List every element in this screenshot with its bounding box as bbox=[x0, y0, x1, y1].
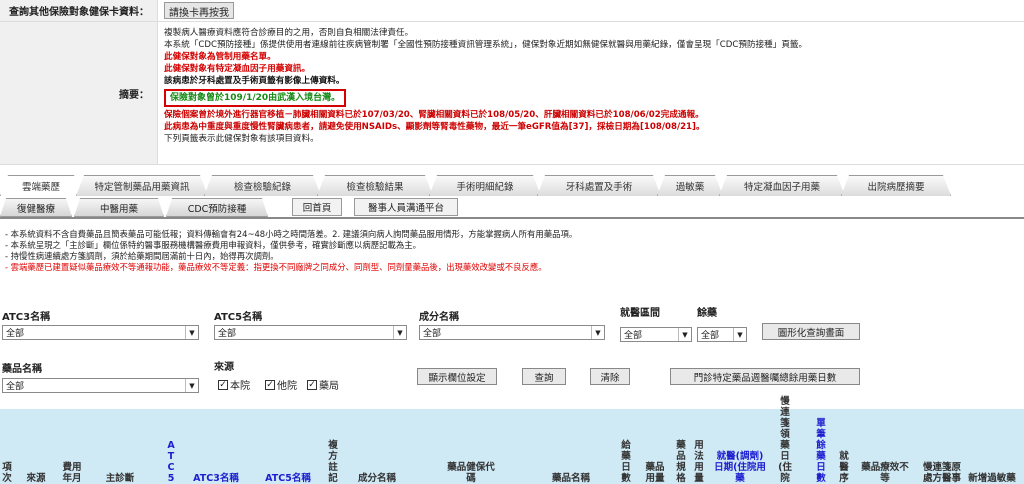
chevron-down-icon: ▼ bbox=[185, 326, 198, 339]
chevron-down-icon: ▼ bbox=[393, 326, 406, 339]
communication-platform-button[interactable]: 醫事人員溝通平台 bbox=[354, 198, 458, 216]
query-label: 查詢其他保險對象健保卡資料： bbox=[0, 0, 158, 21]
search-button[interactable]: 查詢 bbox=[522, 368, 566, 385]
col-usage: 用法用量 bbox=[694, 440, 704, 484]
tab-discharge-summary[interactable]: 出院病歷摘要 bbox=[841, 175, 951, 196]
col-atc5-short[interactable]: ATC5 bbox=[165, 440, 177, 484]
visit-period-label: 就醫區間 bbox=[620, 308, 660, 319]
col-drug-effect: 藥品療效不等 bbox=[861, 462, 909, 484]
chevron-down-icon: ▼ bbox=[678, 328, 691, 341]
remaining-drug-select[interactable]: 全部 ▼ bbox=[697, 327, 747, 342]
atc5-select[interactable]: 全部 ▼ bbox=[214, 325, 407, 340]
visit-period-select[interactable]: 全部 ▼ bbox=[620, 327, 692, 342]
query-row: 查詢其他保險對象健保卡資料： 請換卡再按我 bbox=[0, 0, 1024, 22]
summary-line: 此健保對象有特定凝血因子用藥資訊。 bbox=[164, 64, 311, 74]
note-item: - 本系統呈現之「主診斷」欄位係特約醫事服務機構醫療費用申報資料，僅供參考，確實… bbox=[5, 240, 422, 250]
tab-surgery-records[interactable]: 手術明細紀錄 bbox=[429, 175, 541, 196]
col-visit-seq: 就醫序 bbox=[839, 451, 849, 484]
source-label: 來源 bbox=[214, 362, 234, 373]
atc5-label: ATC5名稱 bbox=[214, 312, 263, 323]
chevron-down-icon: ▼ bbox=[733, 328, 746, 341]
summary-row: 摘要： 複製病人醫療資料應符合診療目的之用，否則自負相關法律責任。 本系統「CD… bbox=[0, 22, 1024, 165]
results-table-header: 項次 來源 費用年月 主診斷 ATC5 ATC3名稱 ATC5名稱 複方註記 成… bbox=[0, 396, 1024, 484]
col-item: 項次 bbox=[2, 462, 12, 484]
atc3-label: ATC3名稱 bbox=[2, 312, 51, 323]
col-single-remaining[interactable]: 單筆餘藥日數 bbox=[815, 418, 827, 484]
outpatient-remaining-days-button[interactable]: 門診特定藥品週醫囑總餘用藥日數 bbox=[670, 368, 860, 385]
tab-chinese-medicine[interactable]: 中醫用藥 bbox=[74, 198, 164, 217]
col-visit-date[interactable]: 就醫(調劑)日期(住院用藥 bbox=[712, 451, 768, 484]
drug-name-select[interactable]: 全部 ▼ bbox=[2, 378, 199, 393]
chart-query-button[interactable]: 圖形化查詢畫面 bbox=[762, 323, 860, 340]
tab-cdc-vaccination[interactable]: CDC預防接種 bbox=[166, 198, 268, 217]
col-atc5-name[interactable]: ATC5名稱 bbox=[258, 473, 318, 484]
tab-exam-results[interactable]: 檢查檢驗結果 bbox=[317, 175, 433, 196]
col-chronic-pickup: 慢連箋領藥日(住院 bbox=[778, 396, 792, 484]
col-spec: 藥品規格 bbox=[676, 440, 686, 484]
col-fee-month: 費用年月 bbox=[62, 462, 82, 484]
col-ingredient: 成分名稱 bbox=[357, 473, 396, 484]
col-chronic-origin: 慢連箋原處方醫事 bbox=[922, 462, 961, 484]
clear-button[interactable]: 清除 bbox=[590, 368, 630, 385]
source-pharmacy-checkbox[interactable]: ✓ 藥局 bbox=[307, 377, 339, 392]
wuhan-entry-notice: 保險對象曾於109/1/20由武漢入境台灣。 bbox=[164, 89, 347, 107]
home-button[interactable]: 回首頁 bbox=[292, 198, 342, 216]
tab-exam-records[interactable]: 檢查檢驗紀錄 bbox=[204, 175, 321, 196]
summary-line: 本系統「CDC預防接種」係提供使用者連線前往疾病管制署「全國性預防接種資訊管理系… bbox=[164, 40, 808, 50]
col-dosage: 藥品用量 bbox=[645, 462, 665, 484]
summary-line: 複製病人醫療資料應符合診療目的之用，否則自負相關法律責任。 bbox=[164, 28, 414, 38]
drug-name-label: 藥品名稱 bbox=[2, 364, 42, 375]
checkbox-checked-icon: ✓ bbox=[307, 379, 317, 390]
col-drug-code: 藥品健保代碼 bbox=[447, 462, 495, 484]
display-columns-button[interactable]: 顯示欄位設定 bbox=[417, 368, 497, 385]
summary-line: 此病患為中重度與重度慢性腎臟病患者，請避免使用NSAIDs、顯影劑等腎毒性藥物，… bbox=[164, 122, 705, 132]
tab-bar-secondary: 復健醫療 中醫用藥 CDC預防接種 回首頁 醫事人員溝通平台 bbox=[0, 197, 1024, 219]
note-item: - 本系統資料不含自費藥品且簡表藥品可能低報；資料傳輸會有24~48小時之時間落… bbox=[5, 229, 578, 239]
patient-info-table: 查詢其他保險對象健保卡資料： 請換卡再按我 摘要： 複製病人醫療資料應符合診療目… bbox=[0, 0, 1024, 165]
tab-dental[interactable]: 牙科處置及手術 bbox=[537, 175, 661, 196]
note-item: - 雲端藥歷已建置疑似藥品療效不等通報功能，藥品療效不等定義：指更換不同廠牌之同… bbox=[5, 262, 547, 272]
col-atc3-name[interactable]: ATC3名稱 bbox=[186, 473, 246, 484]
note-item: - 持慢性病連續處方箋調劑，須於給藥期間屆滿前十日內，始得再次調劑。 bbox=[5, 251, 279, 261]
checkbox-checked-icon: ✓ bbox=[265, 379, 275, 390]
swap-card-button[interactable]: 請換卡再按我 bbox=[164, 2, 234, 19]
source-own-hospital-checkbox[interactable]: ✓ 本院 bbox=[218, 377, 250, 392]
chevron-down-icon: ▼ bbox=[185, 379, 198, 392]
notes-list: - 本系統資料不含自費藥品且簡表藥品可能低報；資料傳輸會有24~48小時之時間落… bbox=[5, 229, 577, 273]
tab-rehab[interactable]: 復健醫療 bbox=[0, 198, 72, 217]
col-compound: 複方註記 bbox=[328, 440, 338, 484]
tab-bar-primary: 雲端藥歷 特定管制藥品用藥資訊 檢查檢驗紀錄 檢查檢驗結果 手術明細紀錄 牙科處… bbox=[0, 175, 1024, 197]
tab-cloud-medication[interactable]: 雲端藥歷 bbox=[0, 175, 82, 196]
summary-line: 下列頁籤表示此健保對象有該項目資料。 bbox=[164, 134, 319, 144]
summary-line: 此健保對象為管制用藥名單。 bbox=[164, 52, 276, 62]
col-source: 來源 bbox=[26, 473, 46, 484]
summary-line: 該病患於牙科處置及手術頁籤有影像上傳資料。 bbox=[164, 76, 345, 86]
tab-allergy[interactable]: 過敏藥 bbox=[657, 175, 723, 196]
tab-coagulation[interactable]: 特定凝血因子用藥 bbox=[719, 175, 845, 196]
atc3-select[interactable]: 全部 ▼ bbox=[2, 325, 199, 340]
summary-label: 摘要： bbox=[0, 22, 158, 164]
remaining-drug-label: 餘藥 bbox=[697, 308, 717, 319]
chevron-down-icon: ▼ bbox=[591, 326, 604, 339]
summary-content: 複製病人醫療資料應符合診療目的之用，否則自負相關法律責任。 本系統「CDC預防接… bbox=[158, 22, 1024, 164]
col-drug-name: 藥品名稱 bbox=[551, 473, 590, 484]
ingredient-select[interactable]: 全部 ▼ bbox=[419, 325, 605, 340]
col-new-allergy: 新增過敏藥 bbox=[968, 473, 1016, 484]
col-main-diagnosis: 主診斷 bbox=[105, 473, 135, 484]
source-other-hospital-checkbox[interactable]: ✓ 他院 bbox=[265, 377, 297, 392]
ingredient-label: 成分名稱 bbox=[419, 312, 459, 323]
summary-line: 保險個案曾於境外進行器官移植－肺臟相關資料已於107/03/20、腎臟相關資料已… bbox=[164, 110, 704, 120]
col-days: 給藥日數 bbox=[621, 440, 631, 484]
checkbox-checked-icon: ✓ bbox=[218, 379, 228, 390]
tab-controlled-drugs[interactable]: 特定管制藥品用藥資訊 bbox=[76, 175, 208, 196]
